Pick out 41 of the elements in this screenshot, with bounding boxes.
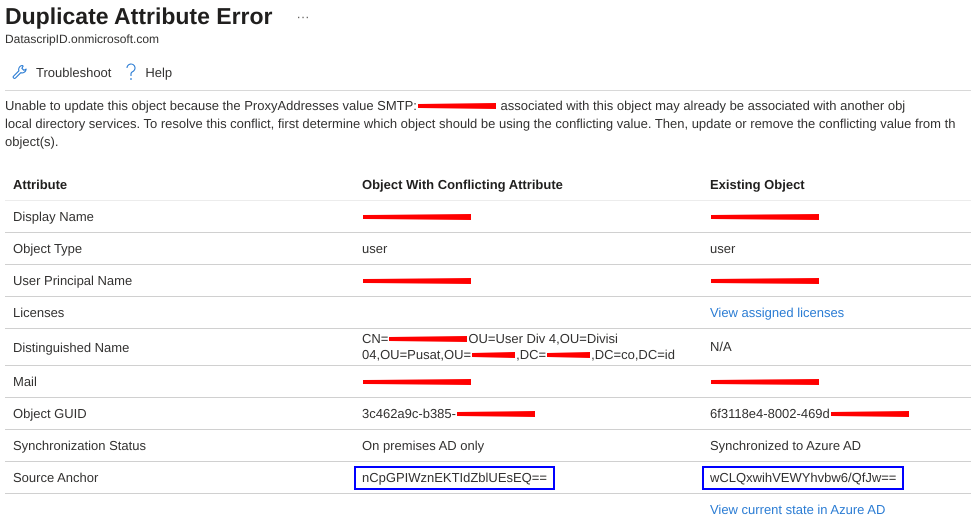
anchor-value: wCLQxwihVEWYhvbw6/QfJw== — [710, 470, 896, 486]
table-cell: user — [362, 240, 388, 256]
table-cell-text: Mail — [12, 373, 38, 391]
link[interactable]: View assigned licenses — [710, 304, 844, 320]
table-cell-text: User Principal Name — [12, 272, 134, 290]
wrench-icon — [12, 64, 28, 80]
troubleshoot-button[interactable]: Troubleshoot — [10, 62, 114, 82]
help-icon — [125, 63, 138, 81]
tenant-name: DatascripID.onmicrosoft.com — [5, 32, 160, 46]
table-cell-text: Licenses — [12, 304, 66, 322]
page-title: Duplicate Attribute Error — [5, 2, 273, 31]
table-cell-text: Object Type — [12, 240, 84, 258]
table-cell: ,DC= — [516, 347, 546, 363]
table-cell: CN= — [362, 331, 388, 347]
table-cell-text: Source Anchor — [12, 469, 100, 487]
description-text: Unable to update this object because the ProxyAddresses value SMTP: — [5, 97, 417, 115]
anchor-value: nCpGPIWznEKTIdZblUEsEQ== — [362, 470, 547, 486]
table-cell: ,DC=co,DC=id — [591, 347, 675, 363]
help-button[interactable]: Help — [123, 61, 174, 83]
description-text: local directory services. To resolve this conflict, first determine which object should be using the conflicting value. Then, update or remove the conflicting value from th — [5, 115, 956, 133]
table-cell: 3c462a9c-b385- — [362, 406, 456, 422]
description-text: associated with this object may already be associated with another obj — [500, 97, 906, 115]
table-cell: OU=User Div 4,OU=Divisi — [468, 331, 618, 347]
column-header: Object With Conflicting Attribute — [361, 176, 564, 194]
table-cell: user — [710, 240, 736, 256]
table-cell: On premises AD only — [362, 438, 484, 454]
redaction-mark — [546, 350, 592, 360]
table-cell: 6f3118e4-8002-469d — [710, 406, 830, 422]
table-cell: Synchronized to Azure AD — [710, 438, 862, 454]
column-header: Existing Object — [709, 176, 806, 194]
link[interactable]: View current state in Azure AD — [710, 502, 886, 517]
table-cell: 04,OU=Pusat,OU= — [362, 347, 472, 363]
redaction-mark — [471, 350, 516, 360]
description-text: object(s). — [5, 133, 58, 151]
table-cell: N/A — [710, 339, 732, 355]
table-cell-text: Synchronization Status — [12, 437, 147, 455]
more-button[interactable]: ··· — [292, 8, 314, 24]
table-cell-text: Distinguished Name — [12, 338, 130, 357]
table-cell-text: Display Name — [12, 208, 95, 226]
column-header: Attribute — [12, 176, 68, 194]
table-cell-text: Object GUID — [12, 405, 88, 423]
